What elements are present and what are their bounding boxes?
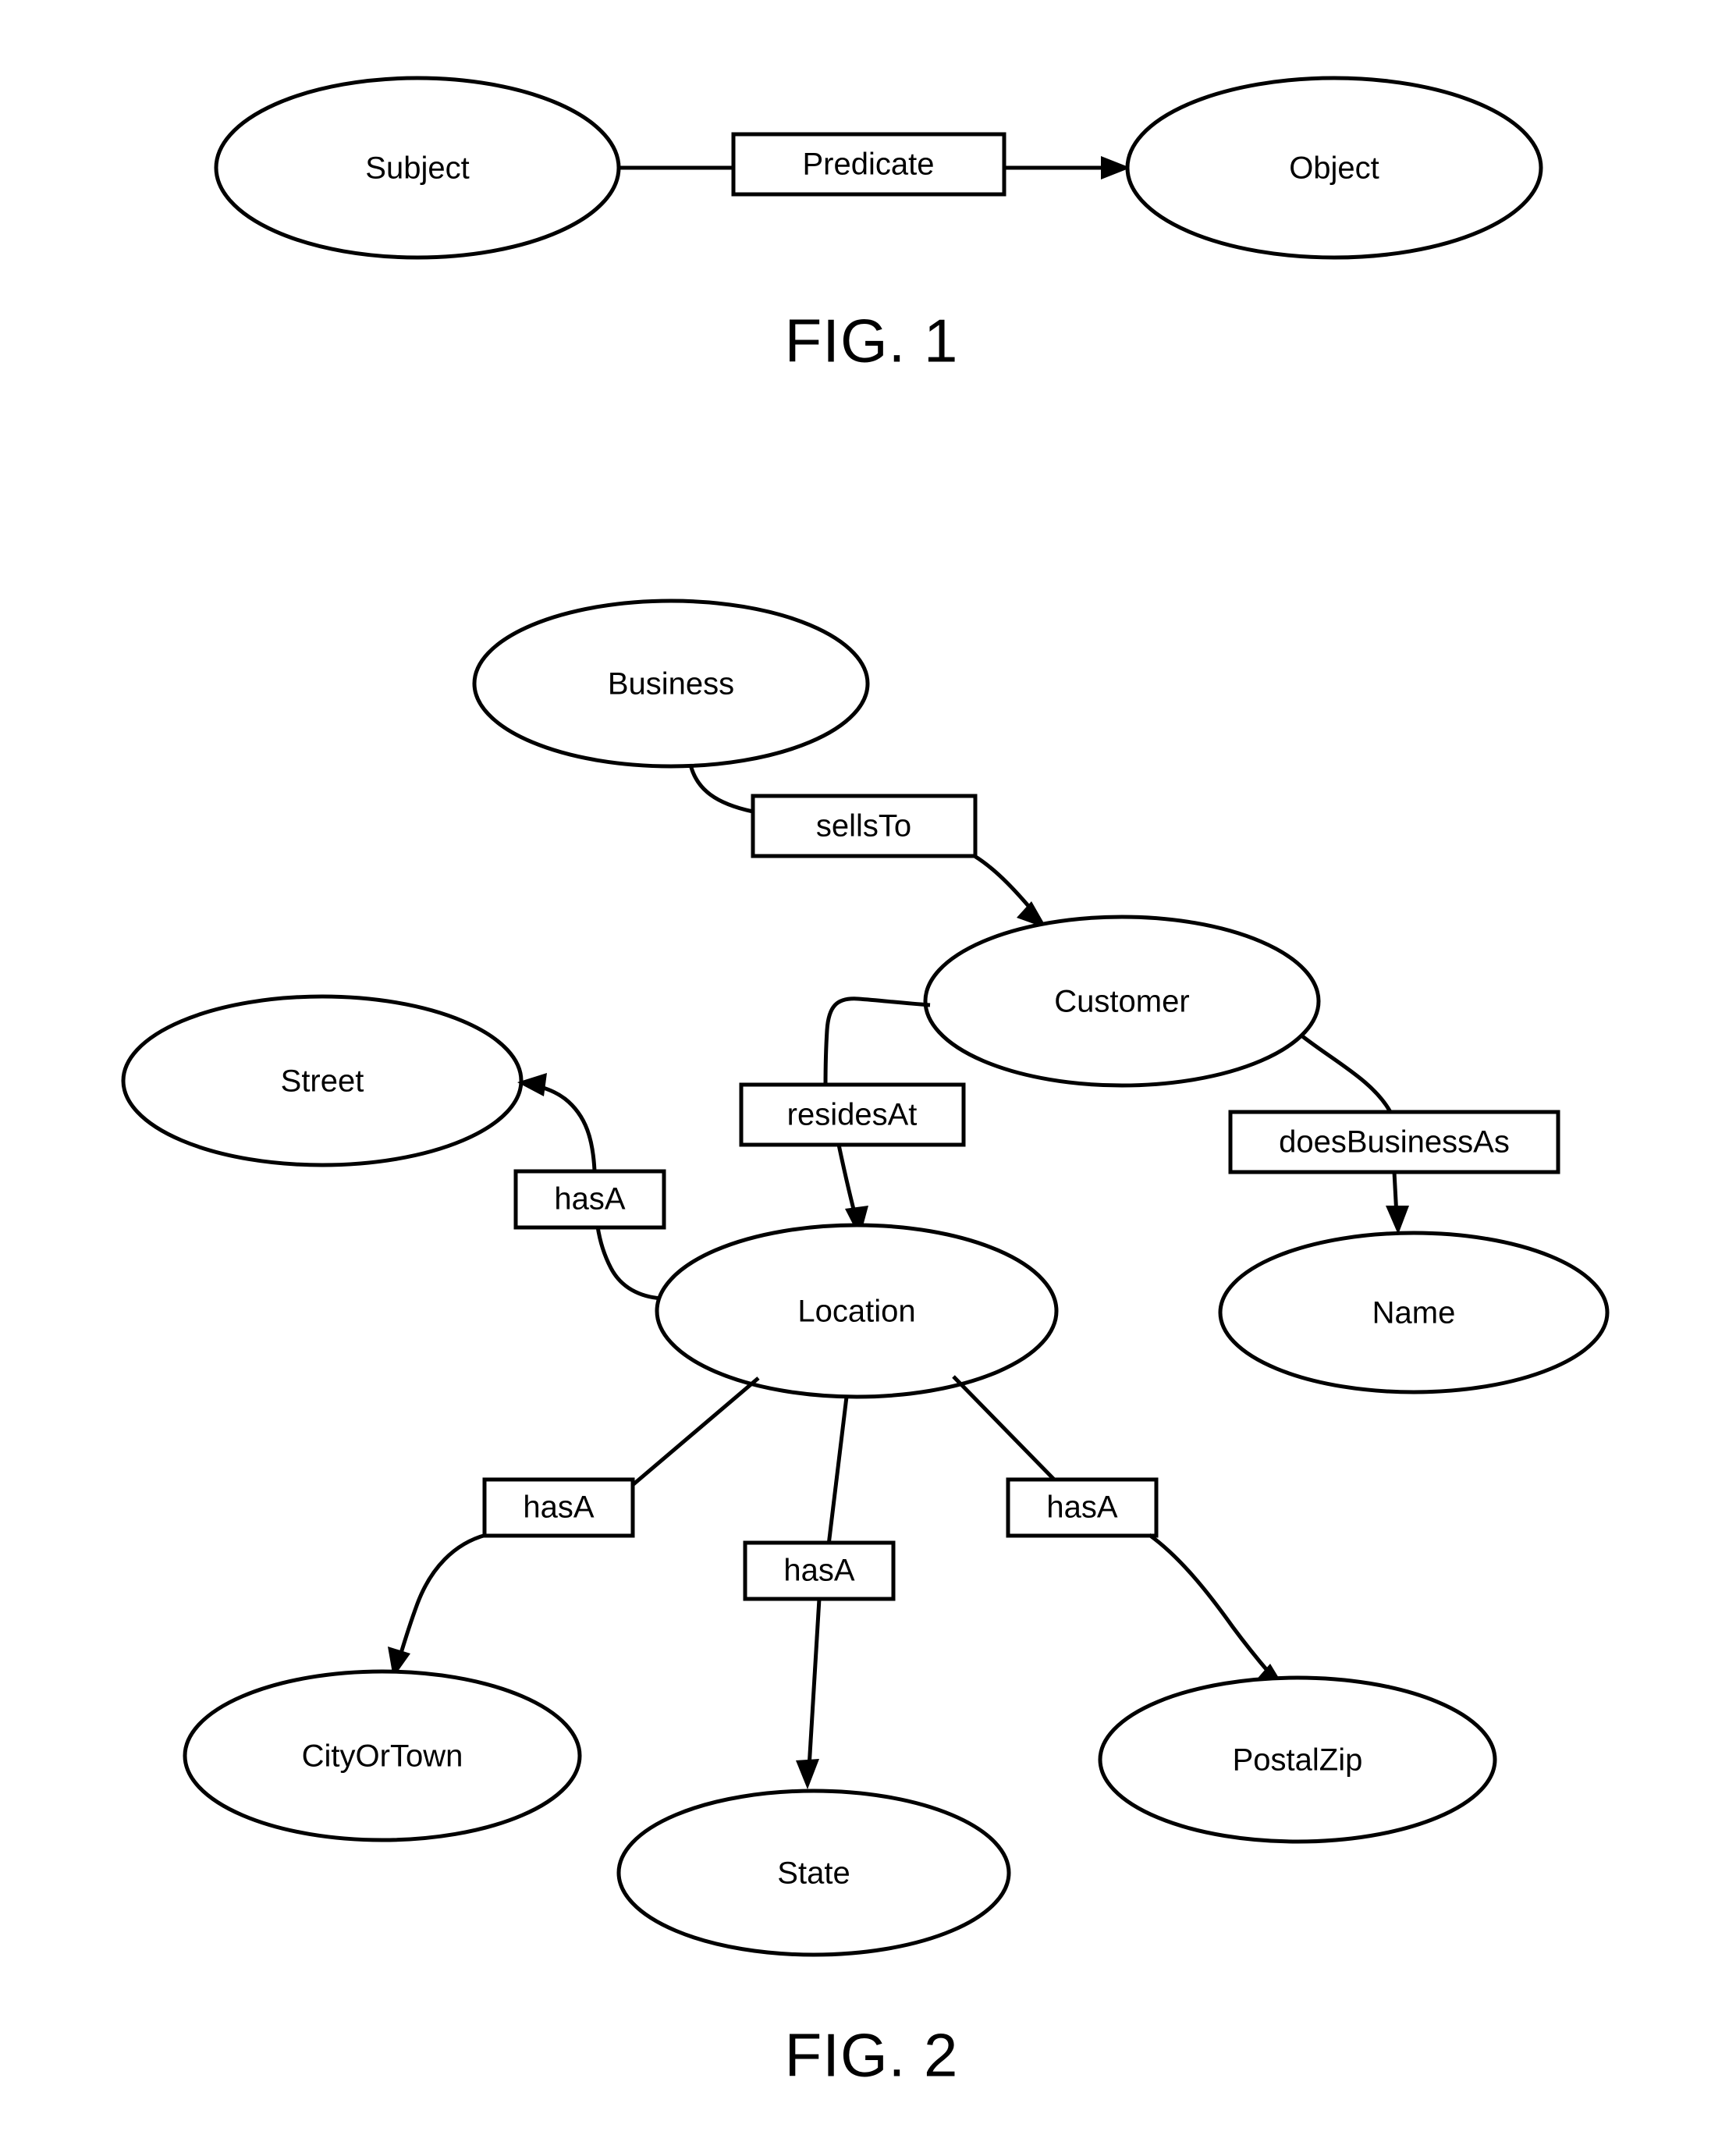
figure-2-group: Business sellsTo Customer residesAt does… <box>121 599 1610 2090</box>
predicate-predicate-label: Predicate <box>803 147 935 182</box>
predicate-hasa-street[interactable]: hasA <box>513 1169 666 1230</box>
node-customer-label: Customer <box>1054 985 1189 1019</box>
node-street-label: Street <box>281 1064 364 1099</box>
figure-1-group: Subject Predicate Object FIG. 1 <box>214 76 1543 375</box>
predicate-predicate[interactable]: Predicate <box>731 132 1006 197</box>
node-cityortown-label: CityOrTown <box>302 1739 463 1774</box>
predicate-hasa-zip-label: hasA <box>1046 1490 1117 1525</box>
predicate-sellsto[interactable]: sellsTo <box>751 794 978 858</box>
edge-location-to-hasa-zip <box>952 1375 1059 1484</box>
edge-customer-to-doesbusinessas <box>1300 1034 1393 1114</box>
node-street[interactable]: Street <box>121 994 524 1167</box>
predicate-hasa-city-label: hasA <box>523 1490 594 1525</box>
predicate-residesat[interactable]: residesAt <box>739 1082 966 1147</box>
node-object[interactable]: Object <box>1125 76 1543 260</box>
edge-hasa-zip-to-postalzip <box>1148 1533 1271 1675</box>
diagram-canvas: Subject Predicate Object FIG. 1 Business… <box>121 76 1610 2090</box>
predicate-hasa-street-label: hasA <box>554 1182 625 1217</box>
edge-customer-to-residesat <box>823 996 931 1087</box>
edge-business-to-sellsto <box>688 764 754 814</box>
node-state-label: State <box>777 1856 850 1891</box>
predicate-residesat-label: residesAt <box>787 1098 918 1132</box>
node-name[interactable]: Name <box>1218 1231 1610 1394</box>
edge-location-to-hasa-street <box>595 1226 662 1301</box>
predicate-doesbusinessas-label: doesBusinessAs <box>1279 1125 1510 1160</box>
edge-hasa-street-to-street <box>538 1084 597 1171</box>
node-subject-label: Subject <box>365 151 469 186</box>
node-postalzip-label: PostalZip <box>1233 1743 1363 1778</box>
node-business[interactable]: Business <box>472 599 870 769</box>
predicate-hasa-state[interactable]: hasA <box>743 1540 896 1601</box>
node-state[interactable]: State <box>616 1789 1011 1957</box>
node-business-label: Business <box>608 667 734 702</box>
patent-drawing-sheet: Subject Predicate Object FIG. 1 Business… <box>0 0 1736 2135</box>
node-object-label: Object <box>1289 151 1379 186</box>
arrowhead-to-state <box>796 1759 819 1789</box>
node-customer[interactable]: Customer <box>923 915 1321 1088</box>
figure-1-caption: FIG. 1 <box>785 307 959 375</box>
node-location-label: Location <box>797 1295 915 1329</box>
edge-location-to-hasa-state <box>826 1396 849 1546</box>
predicate-hasa-city[interactable]: hasA <box>482 1477 635 1538</box>
node-postalzip[interactable]: PostalZip <box>1098 1675 1497 1844</box>
predicate-hasa-zip[interactable]: hasA <box>1006 1477 1159 1538</box>
arrowhead-to-name <box>1386 1206 1409 1234</box>
predicate-hasa-state-label: hasA <box>783 1554 854 1588</box>
node-location[interactable]: Location <box>655 1223 1059 1399</box>
node-name-label: Name <box>1372 1296 1456 1330</box>
edge-hasa-city-to-cityortown <box>397 1533 487 1659</box>
figure-2-caption: FIG. 2 <box>785 2021 959 2090</box>
predicate-doesbusinessas[interactable]: doesBusinessAs <box>1228 1110 1560 1174</box>
edge-hasa-state-to-state <box>807 1598 822 1768</box>
node-subject[interactable]: Subject <box>214 76 621 260</box>
edge-location-to-hasa-city <box>632 1377 760 1486</box>
node-cityortown[interactable]: CityOrTown <box>183 1669 582 1842</box>
predicate-sellsto-label: sellsTo <box>816 809 911 844</box>
